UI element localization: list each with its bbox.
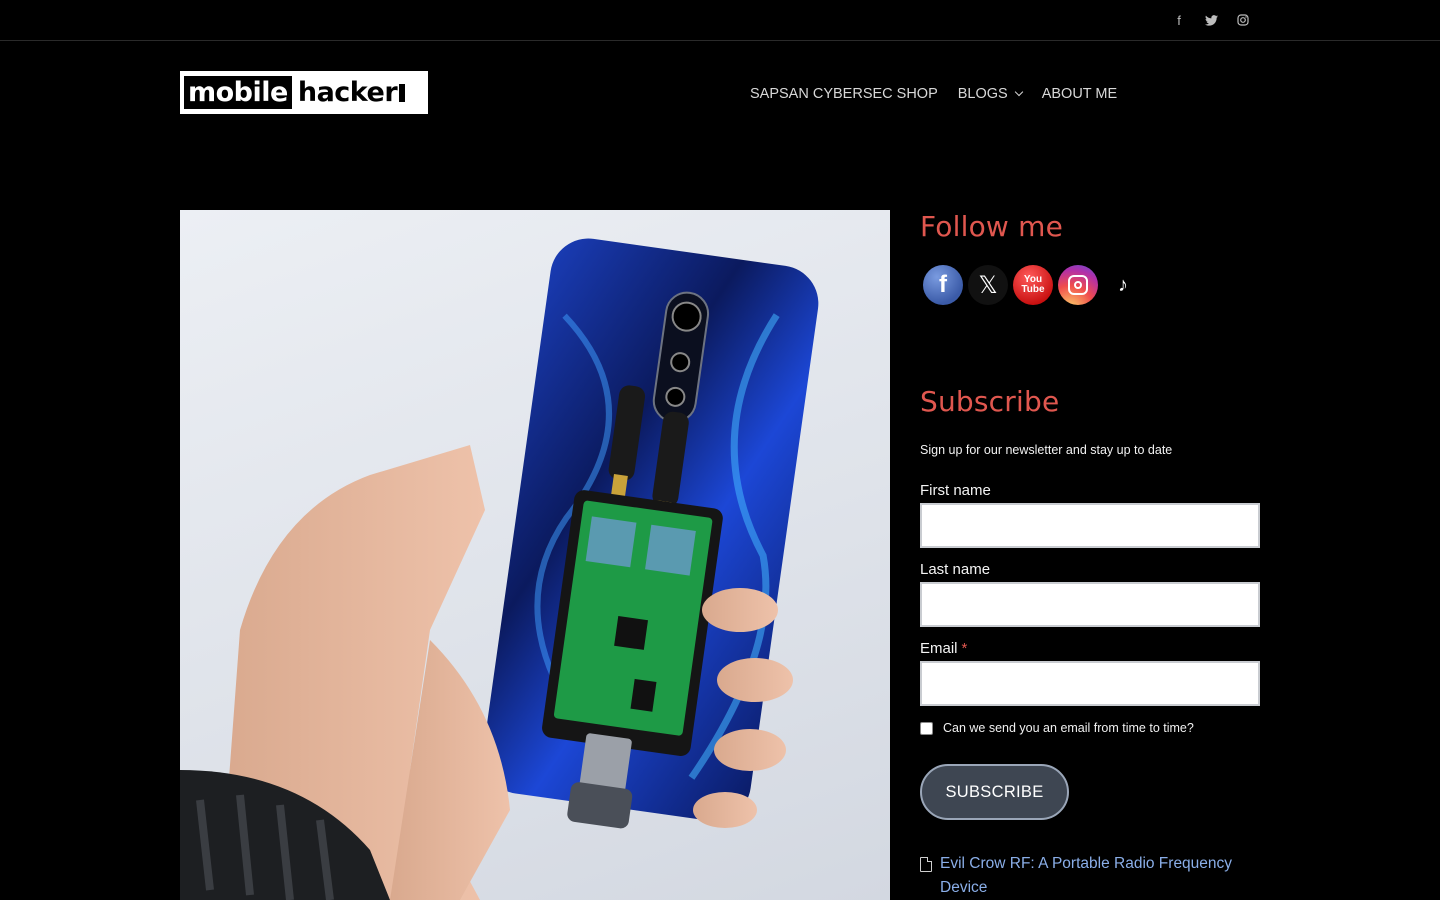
top-bar: f bbox=[0, 0, 1440, 41]
twitter-icon[interactable] bbox=[1204, 12, 1218, 28]
logo-bar bbox=[399, 83, 406, 102]
x-follow-icon[interactable]: 𝕏 bbox=[968, 265, 1008, 305]
consent-label: Can we send you an email from time to ti… bbox=[943, 721, 1194, 735]
chevron-down-icon bbox=[1014, 87, 1023, 97]
document-icon bbox=[920, 857, 932, 872]
first-name-field[interactable] bbox=[920, 503, 1260, 548]
youtube-follow-icon[interactable]: You Tube bbox=[1013, 265, 1053, 305]
phone-with-device-illustration bbox=[180, 238, 819, 900]
logo-text-mobile: mobile bbox=[184, 76, 292, 109]
first-name-label: First name bbox=[920, 482, 991, 499]
instagram-follow-icon[interactable] bbox=[1058, 265, 1098, 305]
instagram-icon[interactable] bbox=[1236, 12, 1250, 28]
main-nav: SAPSAN CYBERSEC SHOP BLOGS ABOUT ME bbox=[750, 86, 1117, 102]
nav-item-shop[interactable]: SAPSAN CYBERSEC SHOP bbox=[750, 86, 938, 102]
youtube-tube-text: Tube bbox=[1021, 284, 1045, 295]
follow-me-title: Follow me bbox=[920, 210, 1064, 243]
nav-item-about[interactable]: ABOUT ME bbox=[1042, 86, 1117, 102]
consent-row: Can we send you an email from time to ti… bbox=[920, 721, 1260, 735]
recent-post-link[interactable]: Evil Crow RF: A Portable Radio Frequency… bbox=[940, 852, 1240, 900]
x-glyph: 𝕏 bbox=[978, 271, 998, 299]
top-social-links: f bbox=[1172, 12, 1250, 28]
camera-icon bbox=[1068, 275, 1088, 295]
facebook-icon[interactable]: f bbox=[1172, 12, 1186, 28]
nav-item-blogs[interactable]: BLOGS bbox=[957, 86, 1023, 102]
site-logo[interactable]: mobile hacker bbox=[180, 71, 428, 114]
consent-checkbox[interactable] bbox=[920, 721, 933, 735]
email-label: Email * bbox=[920, 640, 1260, 657]
recent-post-item: Evil Crow RF: A Portable Radio Frequency… bbox=[920, 852, 1260, 900]
required-mark: * bbox=[961, 640, 968, 657]
email-field[interactable] bbox=[920, 661, 1260, 706]
subscribe-widget: Subscribe Sign up for our newsletter and… bbox=[920, 385, 1260, 820]
facebook-follow-icon[interactable]: f bbox=[923, 265, 963, 305]
nav-item-blogs-label: BLOGS bbox=[957, 86, 1008, 102]
logo-text-hacker: hacker bbox=[297, 77, 398, 108]
sidebar: Follow me f 𝕏 You Tube ♪ Subscribe Sign … bbox=[920, 210, 1260, 900]
subscribe-button[interactable]: SUBSCRIBE bbox=[920, 764, 1069, 820]
tiktok-follow-icon[interactable]: ♪ bbox=[1103, 265, 1143, 305]
email-label-text: Email bbox=[920, 640, 958, 657]
featured-image[interactable] bbox=[180, 210, 890, 900]
subscribe-title: Subscribe bbox=[920, 385, 1060, 418]
follow-icons: f 𝕏 You Tube ♪ bbox=[923, 265, 1260, 305]
last-name-field[interactable] bbox=[920, 582, 1260, 627]
last-name-label: Last name bbox=[920, 561, 991, 578]
subscribe-description: Sign up for our newsletter and stay up t… bbox=[920, 443, 1173, 457]
facebook-glyph: f bbox=[939, 271, 947, 298]
tiktok-glyph: ♪ bbox=[1118, 273, 1128, 296]
